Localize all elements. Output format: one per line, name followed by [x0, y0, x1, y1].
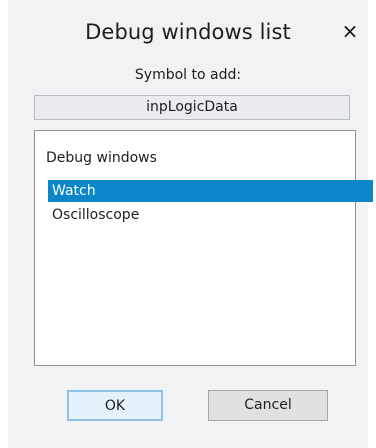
- debug-windows-dialog: Debug windows list × Symbol to add: inpL…: [8, 0, 373, 448]
- symbol-to-add-label: Symbol to add:: [134, 67, 242, 83]
- list-item-watch[interactable]: Watch: [48, 180, 373, 202]
- cancel-button[interactable]: Cancel: [208, 390, 328, 421]
- dialog-title: Debug windows list: [85, 20, 291, 44]
- close-icon[interactable]: ×: [338, 18, 362, 44]
- list-item-oscilloscope[interactable]: Oscilloscope: [48, 204, 373, 226]
- list-header: Debug windows: [46, 150, 157, 166]
- ok-button[interactable]: OK: [67, 390, 163, 421]
- symbol-field: inpLogicData: [34, 95, 350, 120]
- debug-windows-listbox[interactable]: Debug windows: [34, 130, 356, 366]
